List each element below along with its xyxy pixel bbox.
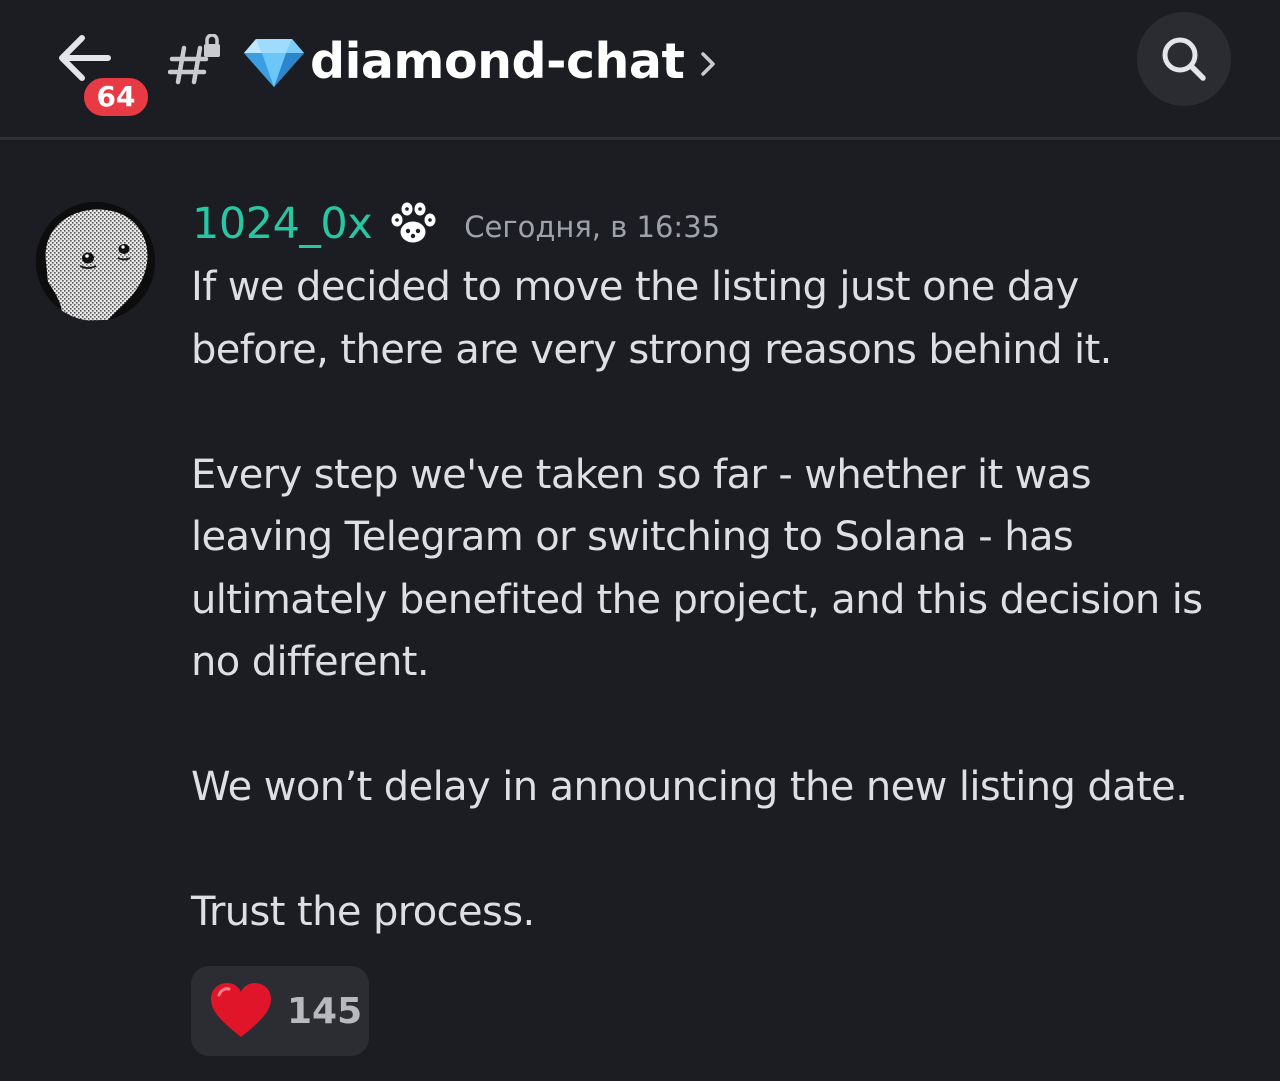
paw-icon (390, 201, 437, 244)
chat-screen: 64 diamond-chat 1024_0x Сегодня, в 16:35… (0, 0, 1280, 1081)
unread-count-badge: 64 (80, 74, 152, 120)
author-name[interactable]: 1024_0x (192, 199, 373, 249)
avatar-image (36, 202, 155, 321)
avatar[interactable] (36, 202, 155, 321)
message: 1024_0x Сегодня, в 16:35 If we decided t… (0, 140, 1280, 1081)
message-body: If we decided to move the listing just o… (191, 256, 1261, 944)
reaction-heart[interactable]: 145 (191, 966, 369, 1056)
chevron-right-icon (701, 52, 716, 76)
message-paragraph: If we decided to move the listing just o… (191, 264, 1112, 373)
message-paragraph: We won’t delay in announcing the new lis… (191, 764, 1188, 810)
diamond-icon (244, 39, 304, 87)
message-header: 1024_0x Сегодня, в 16:35 (192, 194, 720, 254)
reaction-count: 145 (287, 990, 363, 1032)
channel-title[interactable]: diamond-chat (242, 26, 718, 96)
message-paragraph: Every step we've taken so far - whether … (191, 451, 1203, 686)
channel-header: 64 diamond-chat (0, 0, 1280, 140)
locked-hash-icon (168, 34, 220, 85)
channel-name: diamond-chat (310, 32, 685, 90)
search-icon (1162, 37, 1206, 81)
message-paragraph: Trust the process. (191, 889, 535, 935)
message-timestamp: Сегодня, в 16:35 (464, 210, 721, 244)
search-button[interactable] (1137, 12, 1231, 106)
heart-icon (211, 983, 271, 1037)
